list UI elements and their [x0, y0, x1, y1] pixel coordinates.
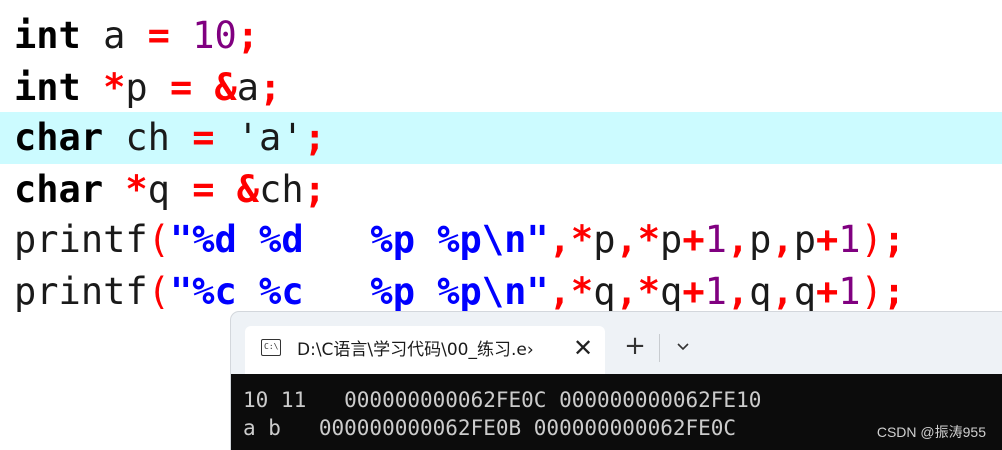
number-literal: 1	[704, 270, 727, 313]
semicolon: ;	[259, 66, 282, 109]
format-string: %d %d %p %p\n	[192, 218, 527, 261]
console-icon: C:\	[261, 339, 281, 356]
comma: ,	[771, 218, 794, 261]
plus-operator: +	[682, 270, 705, 313]
paren-close: )	[860, 270, 883, 313]
plus-operator: +	[682, 218, 705, 261]
terminal-output[interactable]: 10 11 000000000062FE0C 000000000062FE10 …	[231, 374, 1002, 450]
semicolon: ;	[236, 14, 260, 57]
comma: ,	[615, 218, 638, 261]
operator: =	[147, 14, 170, 57]
operator: =	[192, 116, 215, 159]
comma: ,	[771, 270, 794, 313]
close-icon[interactable]: ✕	[571, 336, 595, 360]
paren-close: )	[860, 218, 883, 261]
identifier: q	[147, 168, 193, 211]
number-literal: 1	[838, 218, 861, 261]
identifier: q	[660, 270, 683, 313]
number-literal: 10	[192, 14, 237, 57]
identifier: p	[793, 218, 817, 261]
identifier: a	[236, 66, 260, 109]
keyword: char	[14, 116, 104, 159]
pointer-star: *	[570, 218, 594, 261]
pointer-star: *	[570, 270, 594, 313]
quote: "	[169, 270, 193, 313]
keyword: int	[14, 14, 81, 57]
address-of: &	[214, 66, 237, 109]
code-line-5[interactable]: printf("%d %d %p %p\n",*p,*p+1,p,p+1);	[0, 214, 1002, 266]
code-line-1[interactable]: int a = 10;	[0, 10, 1002, 62]
number-literal: 1	[704, 218, 727, 261]
function-name: printf	[14, 270, 148, 313]
operator: =	[169, 66, 193, 109]
comma: ,	[726, 218, 750, 261]
identifier: a	[80, 14, 148, 57]
identifier: ch	[259, 168, 304, 211]
chevron-down-icon[interactable]	[671, 334, 695, 358]
paren-open: (	[147, 270, 170, 313]
semicolon: ;	[303, 168, 326, 211]
pointer-star: *	[637, 270, 661, 313]
code-line-4[interactable]: char *q = &ch;	[0, 164, 1002, 216]
identifier: p	[660, 218, 683, 261]
function-name: printf	[14, 218, 148, 261]
address-of: &	[236, 168, 260, 211]
plus-operator: +	[816, 218, 839, 261]
keyword: char	[14, 168, 104, 211]
quote: "	[526, 218, 549, 261]
tab-separator	[659, 334, 660, 362]
code-line-6[interactable]: printf("%c %c %p %p\n",*q,*q+1,q,q+1);	[0, 266, 1002, 318]
terminal-window[interactable]: C:\ D:\C语言\学习代码\00_练习.e› ✕ + 10 11 00000…	[231, 312, 1002, 450]
semicolon: ;	[882, 218, 906, 261]
identifier: q	[793, 270, 817, 313]
code-line-3-highlighted[interactable]: char ch = 'a';	[0, 112, 1002, 164]
identifier: ch	[103, 116, 193, 159]
output-line-2: a b 000000000062FE0B 000000000062FE0C	[243, 416, 737, 440]
identifier: p	[125, 66, 170, 109]
terminal-tab[interactable]: C:\ D:\C语言\学习代码\00_练习.e› ✕	[245, 326, 605, 374]
paren-open: (	[147, 218, 170, 261]
identifier: p	[749, 218, 772, 261]
pointer-star: *	[125, 168, 148, 211]
tab-title: D:\C语言\学习代码\00_练习.e›	[297, 340, 534, 360]
identifier: p	[593, 218, 616, 261]
identifier: q	[593, 270, 616, 313]
comma: ,	[726, 270, 750, 313]
comma: ,	[615, 270, 638, 313]
watermark: CSDN @振涛955	[876, 424, 986, 440]
identifier: q	[749, 270, 772, 313]
semicolon: ;	[303, 116, 326, 159]
number-literal: 1	[838, 270, 861, 313]
operator: =	[192, 168, 215, 211]
semicolon: ;	[882, 270, 906, 313]
output-line-1: 10 11 000000000062FE0C 000000000062FE10	[243, 388, 762, 412]
comma: ,	[548, 218, 571, 261]
pointer-star: *	[637, 218, 661, 261]
comma: ,	[548, 270, 571, 313]
code-line-2[interactable]: int *p = &a;	[0, 62, 1002, 114]
quote: "	[526, 270, 549, 313]
char-literal: 'a'	[236, 116, 304, 159]
plus-operator: +	[816, 270, 839, 313]
quote: "	[169, 218, 193, 261]
new-tab-button[interactable]: +	[623, 333, 647, 359]
format-string: %c %c %p %p\n	[192, 270, 527, 313]
keyword: int	[14, 66, 81, 109]
pointer-star: *	[103, 66, 126, 109]
